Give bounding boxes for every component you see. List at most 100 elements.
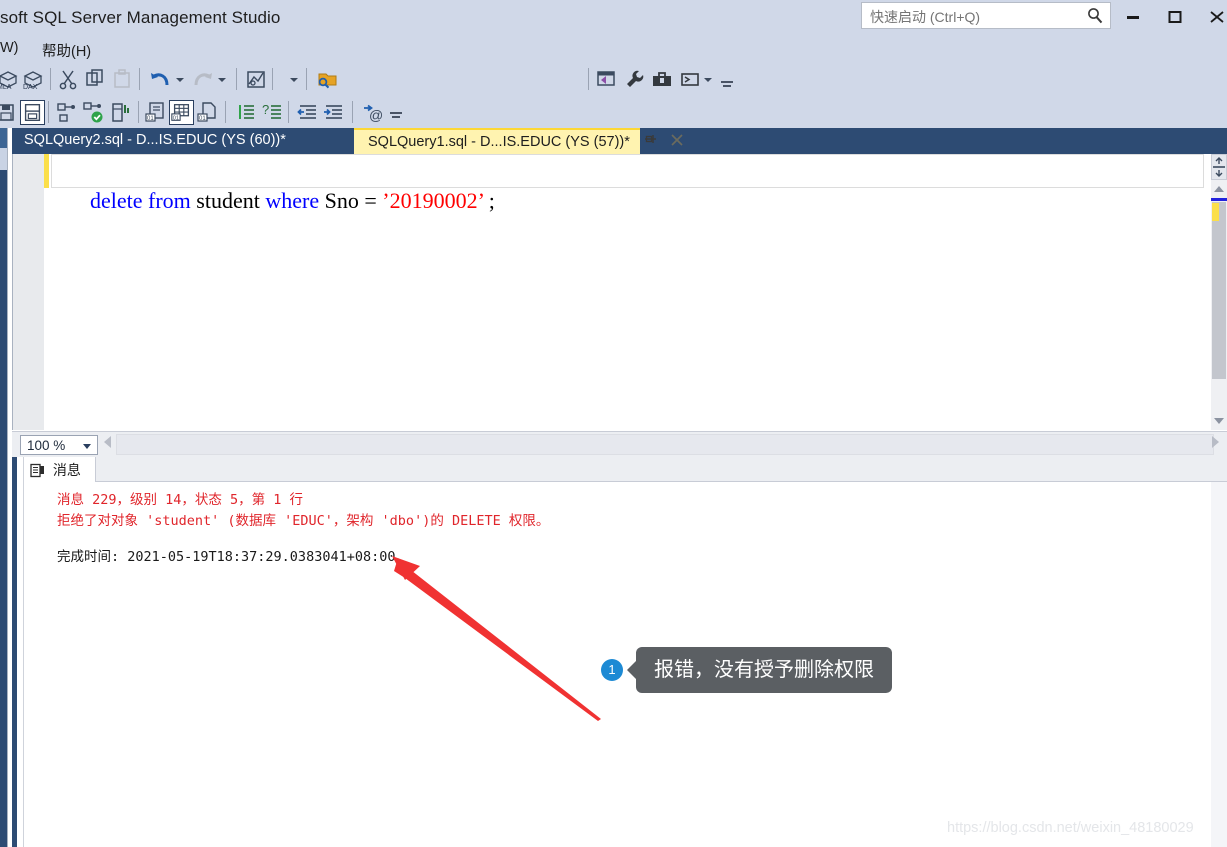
overflow-icon[interactable] [389, 106, 403, 128]
annotation-badge: 1 [601, 659, 623, 681]
editor-vertical-scrollbar[interactable] [1211, 154, 1227, 430]
open-file-icon[interactable] [315, 67, 340, 92]
hscroll-left-button[interactable] [104, 436, 111, 448]
decrease-indent-icon[interactable] [296, 100, 321, 125]
svg-text:DAX: DAX [23, 84, 38, 91]
new-query-icon[interactable] [244, 67, 269, 92]
scroll-down-button[interactable] [1211, 414, 1227, 430]
svg-text:?: ? [262, 102, 269, 117]
editor-status-bar: 100 % [12, 431, 1227, 457]
sql-editor[interactable]: delete from student where Sno = ’2019000… [12, 154, 1211, 430]
redo-icon[interactable] [190, 67, 215, 92]
dax-icon[interactable]: DAX [21, 67, 46, 92]
undo-icon[interactable] [148, 67, 173, 92]
app-title: soft SQL Server Management Studio [0, 8, 281, 27]
pin-icon[interactable] [642, 131, 658, 154]
results-pane: 消息 消息 229，级别 14，状态 5，第 1 行 拒绝了对对象 'stude… [12, 457, 1227, 847]
search-icon [1085, 6, 1105, 26]
watermark: https://blog.csdn.net/weixin_48180029 [947, 820, 1194, 836]
results-rail-accent [12, 457, 17, 847]
left-panel-accent [0, 128, 7, 847]
menu-item-window[interactable]: W) [0, 40, 19, 56]
mla-icon[interactable]: MLA [0, 67, 21, 92]
maximize-button[interactable] [1160, 4, 1190, 28]
message-line-completion-time: 完成时间: 2021-05-19T18:37:29.0383041+08:00 [57, 549, 396, 565]
tab-sqlquery1[interactable]: SQLQuery1.sql - D...IS.EDUC (YS (57))* [354, 128, 640, 154]
hscroll-right-button[interactable] [1212, 436, 1219, 448]
horizontal-scrollbar[interactable] [116, 434, 1214, 455]
comment-icon[interactable] [234, 100, 259, 125]
message-line-error-detail: 拒绝了对对象 'student' (数据库 'EDUC'，架构 'dbo')的 … [57, 513, 550, 529]
increase-indent-icon[interactable] [322, 100, 347, 125]
toolbar-separator [50, 68, 51, 90]
editor-gutter [13, 154, 44, 430]
messages-icon [30, 463, 45, 481]
tab-sqlquery2[interactable]: SQLQuery2.sql - D...IS.EDUC (YS (60))* [12, 128, 298, 154]
sql-code-line[interactable]: delete from student where Sno = ’2019000… [57, 156, 495, 246]
toolbar-dropdown-icon[interactable] [288, 67, 300, 92]
cut-icon[interactable] [56, 67, 81, 92]
quick-launch-input[interactable] [868, 3, 1077, 30]
title-bar: soft SQL Server Management Studio [0, 0, 1227, 36]
minimize-button[interactable] [1118, 4, 1148, 28]
command-prompt-icon[interactable] [678, 67, 703, 92]
database-report-icon[interactable] [108, 100, 133, 125]
tab-messages-label: 消息 [52, 462, 81, 478]
scroll-up-button[interactable] [1211, 182, 1227, 198]
visual-studio-icon[interactable] [594, 67, 619, 92]
editor-change-bar [44, 154, 49, 188]
messages-body[interactable]: 消息 229，级别 14，状态 5，第 1 行 拒绝了对对象 'student'… [25, 482, 1227, 847]
close-button[interactable] [1202, 4, 1227, 28]
sql-token-keyword-2: from [148, 188, 191, 213]
results-left-rail [12, 457, 24, 847]
results-to-file-icon[interactable]: 01 [196, 100, 221, 125]
execute-check-icon[interactable] [81, 100, 106, 125]
command-dropdown-icon[interactable] [702, 67, 714, 92]
copy-icon[interactable] [83, 67, 108, 92]
results-to-grid-icon[interactable]: 01 [169, 100, 194, 125]
specify-values-icon[interactable]: @ [360, 100, 385, 125]
sql-token-terminator: ; [483, 188, 495, 213]
overflow-icon[interactable] [720, 75, 734, 97]
undo-dropdown-icon[interactable] [174, 67, 186, 92]
toolbox-icon[interactable] [650, 67, 675, 92]
results-to-text-icon[interactable]: 01 [144, 100, 169, 125]
results-tab-bar: 消息 [24, 457, 1227, 482]
tab-messages[interactable]: 消息 [24, 457, 96, 482]
toolbar-separator [225, 101, 226, 123]
toolbar-row-2: 01 01 01 ? @ [0, 96, 1227, 128]
close-icon[interactable] [669, 131, 685, 154]
wrench-icon[interactable] [622, 67, 647, 92]
save-icon[interactable] [0, 100, 19, 125]
ssms-window: soft SQL Server Management Studio W) [0, 0, 1227, 847]
svg-text:MLA: MLA [0, 84, 12, 91]
sql-token-keyword-3: where [265, 188, 320, 213]
sql-token-column: Sno = [319, 188, 383, 213]
left-panel-tab-second[interactable] [0, 148, 7, 170]
scrollbar-caret-mark [1211, 198, 1227, 201]
save-all-icon[interactable] [20, 100, 45, 125]
menu-item-help[interactable]: 帮助(H) [42, 40, 91, 61]
parse-icon[interactable] [54, 100, 79, 125]
quick-launch-box[interactable] [861, 2, 1111, 30]
editor-tab-strip: SQLQuery2.sql - D...IS.EDUC (YS (60))* S… [12, 128, 1227, 154]
uncomment-icon[interactable]: ? [260, 100, 285, 125]
left-panel-tab-top[interactable] [0, 128, 7, 148]
split-editor-button[interactable] [1211, 154, 1227, 180]
toolbar-separator [288, 101, 289, 123]
toolbar-separator [272, 68, 273, 90]
message-line-error-header: 消息 229，级别 14，状态 5，第 1 行 [57, 492, 304, 508]
scrollbar-change-mark [1212, 203, 1219, 221]
svg-text:@: @ [369, 107, 383, 123]
toolbar-separator [236, 68, 237, 90]
paste-icon[interactable] [110, 67, 135, 92]
toolbar-separator [588, 68, 589, 90]
results-vertical-scrollbar[interactable] [1211, 482, 1227, 847]
scrollbar-thumb[interactable] [1212, 202, 1226, 379]
toolbar-separator [139, 68, 140, 90]
zoom-level-combo[interactable]: 100 % [20, 435, 98, 455]
tab-action-icons [642, 131, 702, 153]
redo-dropdown-icon[interactable] [216, 67, 228, 92]
sql-token-string: ’20190002’ [382, 188, 484, 213]
toolbar-separator [138, 101, 139, 123]
